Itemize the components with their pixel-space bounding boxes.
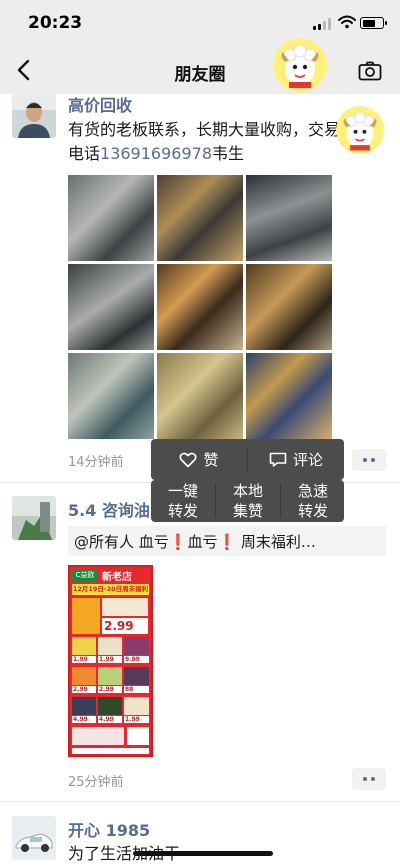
profile-avatar[interactable] (273, 38, 327, 92)
phone-link[interactable]: 13691696978 (100, 144, 212, 163)
action-line1: 一键 (167, 482, 198, 500)
page-title: 朋友圈 (174, 65, 226, 85)
post-text: 有货的老板联系，长期大量收购，交易电话13691696978韦生 (68, 118, 340, 166)
post-image[interactable] (246, 175, 332, 261)
post-image[interactable] (157, 264, 243, 350)
post-image-grid (68, 175, 332, 439)
wifi-icon (338, 15, 356, 29)
poster-brand: C益欧 (72, 569, 98, 581)
poster-price: 2.99 (102, 618, 148, 634)
poster-fruit-tile (124, 697, 149, 715)
post-image[interactable] (157, 353, 243, 439)
poster-item-price: 88 (124, 686, 149, 693)
floating-sheep-avatar[interactable] (336, 106, 384, 154)
poster-item-price: 1.99 (72, 656, 96, 663)
like-label: 赞 (203, 451, 219, 469)
poster-fruit-tile (124, 667, 149, 685)
post-divider (0, 801, 400, 802)
like-comment-popup: 赞 评论 (151, 439, 344, 480)
action-line1: 本地 (232, 482, 263, 500)
post-avatar[interactable] (12, 94, 56, 138)
home-indicator[interactable] (133, 851, 273, 856)
action-line2: 集赞 (232, 502, 263, 520)
comment-icon (269, 452, 287, 467)
poster-item-price: 1.99 (124, 716, 149, 723)
post-avatar[interactable] (12, 496, 56, 540)
poster-item-price: 2.99 (72, 686, 96, 693)
poster-fruit-tile (124, 637, 149, 655)
poster-item-price: 2.99 (98, 686, 122, 693)
poster-item-price: 4.99 (72, 716, 96, 723)
battery-level (362, 19, 376, 27)
more-options-button[interactable] (352, 768, 386, 790)
poster-item-price: 1.99 (98, 656, 122, 663)
poster-fruit-tile (72, 598, 100, 634)
status-bar: 20:23 (0, 0, 400, 46)
post-text-tail: 韦生 (212, 144, 245, 163)
comment-button[interactable]: 评论 (248, 439, 344, 480)
heart-icon (179, 452, 198, 467)
poster-item-price: 4.99 (98, 716, 122, 723)
action-line1: 急速 (297, 482, 328, 500)
comment-label: 评论 (292, 451, 323, 469)
post-username[interactable]: 开心 1985 (68, 817, 150, 841)
poster-item-price: 9.99 (124, 656, 149, 663)
shared-link-text: @所有人 血亏❗血亏❗ 周末福利… (74, 533, 316, 551)
action-line2: 转发 (167, 502, 198, 520)
post-time: 25分钟前 (68, 775, 124, 790)
poster-fruit-tile (98, 697, 122, 715)
quick-forward-button[interactable]: 急速 转发 (281, 480, 345, 522)
action-line2: 转发 (297, 502, 328, 520)
poster-fruit-tile (72, 667, 96, 685)
moments-page: 20:23 朋友圈 高价回收 有货的老板联系，长期大量收购，交易电话136916… (0, 0, 400, 866)
promo-poster-image[interactable]: C益欧 新老店 12月19日-20日周末福利 2.99 1.99 1.99 9.… (68, 565, 153, 757)
poster-store: 新老店 (102, 572, 132, 583)
post-image[interactable] (68, 264, 154, 350)
poster-fruit-tile (98, 637, 122, 655)
nav-bar: 朋友圈 (0, 38, 400, 94)
post-image[interactable] (68, 175, 154, 261)
poster-info-block (72, 727, 124, 745)
signal-icon (313, 18, 333, 30)
more-options-button[interactable] (352, 449, 386, 471)
one-click-forward-button[interactable]: 一键 转发 (151, 480, 215, 522)
action-menu: 一键 转发 本地 集赞 急速 转发 (151, 480, 344, 522)
post-image[interactable] (68, 353, 154, 439)
poster-qr-code (127, 727, 149, 745)
post-avatar[interactable] (12, 816, 56, 860)
post-username[interactable]: 5.4 咨询油 (68, 497, 150, 521)
post-image[interactable] (246, 264, 332, 350)
post-time: 14分钟前 (68, 455, 124, 470)
camera-icon[interactable] (358, 61, 382, 81)
battery-icon (360, 17, 387, 29)
poster-fruit-tile (98, 667, 122, 685)
like-button[interactable]: 赞 (151, 439, 247, 480)
poster-fruit-tile (72, 637, 96, 655)
post-image[interactable] (157, 175, 243, 261)
poster-band: 12月19日-20日周末福利 (72, 584, 149, 595)
poster-footer (72, 748, 149, 754)
local-like-collect-button[interactable]: 本地 集赞 (216, 480, 280, 522)
post-image[interactable] (246, 353, 332, 439)
poster-fruit-tile (72, 697, 96, 715)
shared-link-card[interactable]: @所有人 血亏❗血亏❗ 周末福利… (68, 526, 386, 556)
post-username[interactable]: 高价回收 (68, 92, 132, 116)
status-time: 20:23 (28, 13, 83, 33)
poster-fruit-tile (102, 598, 148, 616)
